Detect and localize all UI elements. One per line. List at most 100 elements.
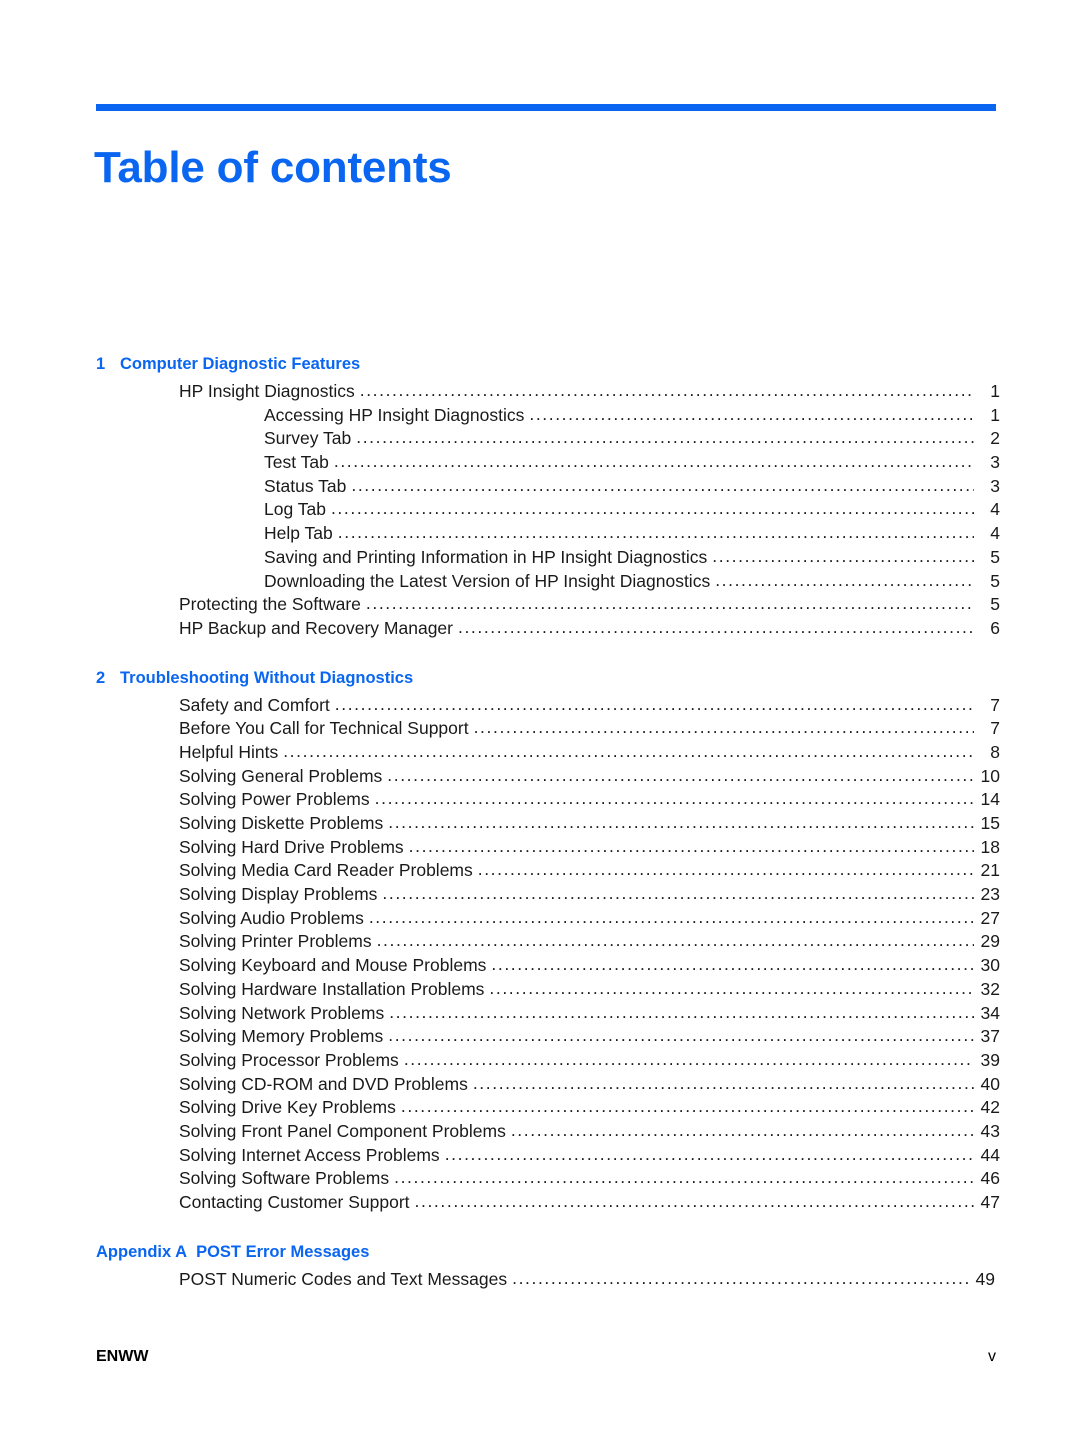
dot-leader bbox=[445, 1143, 974, 1167]
chapter-title: Troubleshooting Without Diagnostics bbox=[120, 668, 414, 687]
toc-entry-page-number: 42 bbox=[980, 1097, 1000, 1118]
toc-entry[interactable]: Solving Software Problems 46 bbox=[0, 1167, 1080, 1191]
toc-entry-page-number: 18 bbox=[980, 836, 1000, 857]
toc-entry[interactable]: Saving and Printing Information in HP In… bbox=[0, 546, 1080, 570]
dot-leader bbox=[491, 953, 974, 977]
toc-entry[interactable]: Solving Media Card Reader Problems 21 bbox=[0, 859, 1080, 883]
dot-leader bbox=[394, 1166, 974, 1190]
toc-entry[interactable]: Solving Drive Key Problems 42 bbox=[0, 1096, 1080, 1120]
toc-entry-label: POST Numeric Codes and Text Messages bbox=[179, 1268, 508, 1289]
toc-entry[interactable]: Solving Hard Drive Problems 18 bbox=[0, 836, 1080, 860]
toc-entry[interactable]: Accessing HP Insight Diagnostics 1 bbox=[0, 404, 1080, 428]
toc-entry[interactable]: Survey Tab 2 bbox=[0, 427, 1080, 451]
dot-leader bbox=[715, 569, 974, 593]
chapter-heading[interactable]: 2 Troubleshooting Without Diagnostics bbox=[0, 666, 1080, 694]
dot-leader bbox=[489, 977, 974, 1001]
toc-entry[interactable]: Solving Keyboard and Mouse Problems 30 bbox=[0, 954, 1080, 978]
toc-entry[interactable]: Solving Processor Problems 39 bbox=[0, 1049, 1080, 1073]
toc-entry[interactable]: Contacting Customer Support 47 bbox=[0, 1191, 1080, 1215]
toc-entry[interactable]: Solving Power Problems 14 bbox=[0, 788, 1080, 812]
toc-entry-label: Safety and Comfort bbox=[179, 694, 330, 715]
dot-leader bbox=[335, 693, 974, 717]
toc-entry[interactable]: Solving General Problems 10 bbox=[0, 765, 1080, 789]
dot-leader bbox=[377, 929, 974, 953]
toc-entry-label: Solving Internet Access Problems bbox=[179, 1144, 440, 1165]
toc-entry[interactable]: POST Numeric Codes and Text Messages 49 bbox=[0, 1268, 1080, 1292]
dot-leader bbox=[331, 497, 974, 521]
chapter-heading[interactable]: 1 Computer Diagnostic Features bbox=[0, 352, 1080, 380]
toc-entry-page-number: 8 bbox=[990, 741, 1000, 762]
toc-entry-page-number: 37 bbox=[980, 1026, 1000, 1047]
toc-entry-label: Solving Network Problems bbox=[179, 1002, 385, 1023]
toc-entry[interactable]: Solving Diskette Problems 15 bbox=[0, 812, 1080, 836]
title-rule bbox=[96, 104, 996, 111]
toc-entry-page-number: 29 bbox=[980, 931, 1000, 952]
toc-entry[interactable]: Solving Audio Problems 27 bbox=[0, 907, 1080, 931]
dot-leader bbox=[366, 592, 974, 616]
toc-entry-label: Solving Keyboard and Mouse Problems bbox=[179, 955, 487, 976]
page-title: Table of contents bbox=[94, 143, 452, 193]
chapter-number: Appendix A bbox=[96, 1242, 188, 1261]
toc-entry-label: Help Tab bbox=[264, 523, 333, 544]
toc-entry[interactable]: Solving CD-ROM and DVD Problems 40 bbox=[0, 1073, 1080, 1097]
toc-entry-page-number: 4 bbox=[990, 523, 1000, 544]
toc-entry[interactable]: HP Backup and Recovery Manager 6 bbox=[0, 617, 1080, 641]
toc-entry[interactable]: Solving Front Panel Component Problems 43 bbox=[0, 1120, 1080, 1144]
toc-entry-label: Solving Printer Problems bbox=[179, 931, 372, 952]
toc-entry-page-number: 40 bbox=[980, 1073, 1000, 1094]
toc-entry[interactable]: Solving Internet Access Problems 44 bbox=[0, 1144, 1080, 1168]
toc-entry[interactable]: Solving Hardware Installation Problems 32 bbox=[0, 978, 1080, 1002]
dot-leader bbox=[338, 521, 974, 545]
toc-entry[interactable]: Status Tab 3 bbox=[0, 475, 1080, 499]
toc-entry-label: Solving Front Panel Component Problems bbox=[179, 1120, 506, 1141]
toc-entry[interactable]: HP Insight Diagnostics 1 bbox=[0, 380, 1080, 404]
dot-leader bbox=[474, 716, 974, 740]
dot-leader bbox=[388, 811, 974, 835]
dot-leader bbox=[473, 1072, 974, 1096]
toc-entry-label: Test Tab bbox=[264, 452, 329, 473]
toc-entry-label: Status Tab bbox=[264, 475, 347, 496]
dot-leader bbox=[334, 450, 974, 474]
toc-entry[interactable]: Protecting the Software 5 bbox=[0, 593, 1080, 617]
toc-entry[interactable]: Solving Network Problems 34 bbox=[0, 1002, 1080, 1026]
toc-entry-page-number: 1 bbox=[990, 381, 1000, 401]
dot-leader bbox=[712, 545, 974, 569]
toc-entry[interactable]: Helpful Hints 8 bbox=[0, 741, 1080, 765]
toc-entry-page-number: 46 bbox=[980, 1168, 1000, 1189]
toc-entry[interactable]: Log Tab 4 bbox=[0, 498, 1080, 522]
toc-entry-label: Solving General Problems bbox=[179, 765, 383, 786]
toc-entry-label: Accessing HP Insight Diagnostics bbox=[264, 404, 525, 425]
toc-entry[interactable]: Solving Memory Problems 37 bbox=[0, 1025, 1080, 1049]
chapter-heading[interactable]: Appendix A POST Error Messages bbox=[0, 1240, 1080, 1268]
toc-entry[interactable]: Solving Printer Problems 29 bbox=[0, 930, 1080, 954]
toc-entry-label: Solving Hard Drive Problems bbox=[179, 836, 404, 857]
toc-entry-label: Downloading the Latest Version of HP Ins… bbox=[264, 570, 711, 591]
dot-leader bbox=[401, 1095, 974, 1119]
toc-entry-page-number: 5 bbox=[990, 546, 1000, 567]
toc-entry[interactable]: Before You Call for Technical Support 7 bbox=[0, 717, 1080, 741]
toc-entry[interactable]: Test Tab 3 bbox=[0, 451, 1080, 475]
toc-entry-label: HP Backup and Recovery Manager bbox=[179, 617, 453, 638]
toc-page: Table of contents 1 Computer Diagnostic F… bbox=[0, 0, 1080, 1437]
toc-entry-label: Saving and Printing Information in HP In… bbox=[264, 546, 708, 567]
dot-leader bbox=[404, 1048, 974, 1072]
toc-entry-label: Solving Hardware Installation Problems bbox=[179, 978, 485, 999]
toc-entry[interactable]: Solving Display Problems 23 bbox=[0, 883, 1080, 907]
toc-entry-label: Protecting the Software bbox=[179, 594, 361, 615]
toc-entry-page-number: 5 bbox=[990, 570, 1000, 591]
toc-entry-label: Solving Drive Key Problems bbox=[179, 1097, 396, 1118]
toc-entry[interactable]: Downloading the Latest Version of HP Ins… bbox=[0, 570, 1080, 594]
chapter-title: Computer Diagnostic Features bbox=[120, 355, 361, 373]
chapter-number: 1 bbox=[96, 355, 106, 373]
dot-leader bbox=[375, 787, 974, 811]
toc-entry-page-number: 1 bbox=[990, 404, 1000, 425]
toc-entry[interactable]: Help Tab 4 bbox=[0, 522, 1080, 546]
toc-entry[interactable]: Safety and Comfort 7 bbox=[0, 694, 1080, 718]
dot-leader bbox=[387, 764, 974, 788]
chapter-title: POST Error Messages bbox=[196, 1242, 370, 1261]
footer-page-number: v bbox=[988, 1348, 996, 1365]
toc-entry-label: Solving Diskette Problems bbox=[179, 813, 384, 833]
footer-locale-code: ENWW bbox=[96, 1348, 149, 1365]
toc-entry-page-number: 7 bbox=[990, 694, 1000, 715]
toc-entry-label: Solving Audio Problems bbox=[179, 907, 364, 928]
